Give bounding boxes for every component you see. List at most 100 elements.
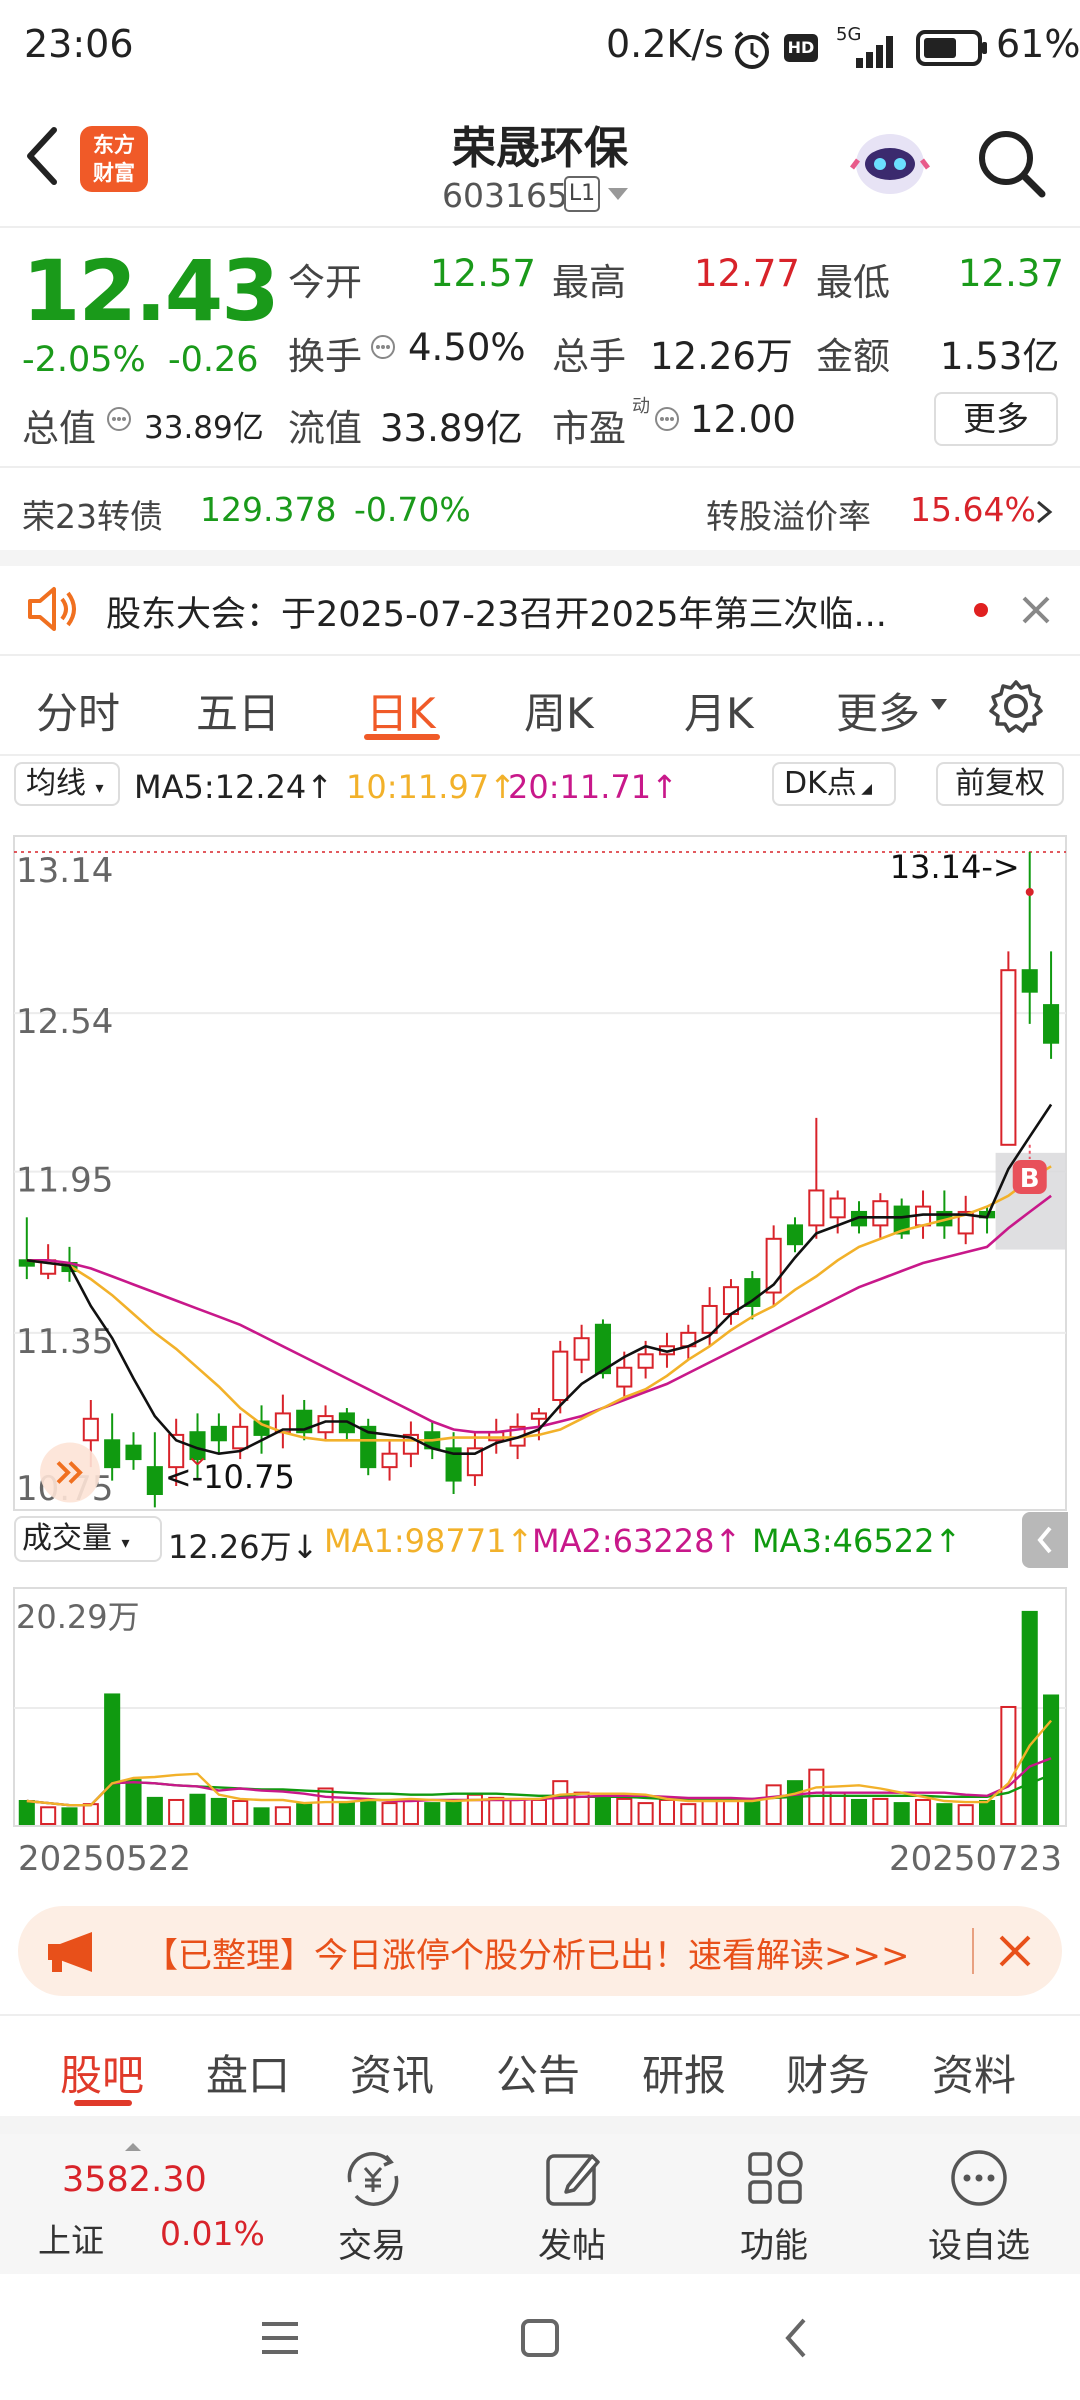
volume-bar [61, 1807, 78, 1826]
tab-daily-k[interactable]: 日K [366, 680, 436, 741]
y-tick-label: 13.14 [16, 851, 113, 891]
section-tab-profile[interactable]: 资料 [932, 2042, 1016, 2103]
tab-weekly-k[interactable]: 周K [524, 680, 594, 741]
dk-button[interactable]: DK点 ◢ [772, 762, 896, 806]
section-tab-news[interactable]: 资讯 [350, 2042, 434, 2103]
volume-bar [936, 1803, 953, 1825]
more-button[interactable]: 更多 [934, 392, 1058, 446]
volume-bar [104, 1693, 121, 1826]
section-tab-forum[interactable]: 股吧 [60, 2042, 144, 2103]
change-percent: -2.05% [22, 340, 146, 380]
promo-banner[interactable]: 【已整理】今日涨停个股分析已出！速看解读>>> [18, 1906, 1062, 1996]
volume-bar [360, 1798, 377, 1825]
info-icon[interactable] [654, 406, 680, 432]
kline-chart[interactable]: 13.1412.5411.9511.3510.7513.14-><-10.75B… [0, 814, 1080, 1884]
app-logo: 东方 财富 [80, 126, 148, 192]
candle-body [530, 1412, 547, 1420]
candle-body [552, 1350, 569, 1401]
level-dropdown-icon[interactable] [606, 186, 630, 202]
open-label: 今开 [288, 261, 362, 304]
candle-body [637, 1353, 654, 1369]
end-date-label: 20250723 [889, 1839, 1062, 1879]
quote-panel: 12.43 -2.05% -0.26 今开 12.57 最高 12.77 最低 … [0, 228, 1080, 458]
section-tab-financials[interactable]: 财务 [786, 2042, 870, 2103]
info-icon[interactable] [106, 406, 132, 432]
high-annotation: 13.14-> [890, 848, 1020, 886]
notice-banner[interactable]: 股东大会：于2025-07-23召开2025年第三次临... [0, 566, 1080, 652]
tab-minute[interactable]: 分时 [36, 680, 120, 741]
bond-row[interactable]: 荣23转债 129.378 -0.70% 转股溢价率 15.64% [0, 468, 1080, 548]
post-button[interactable]: 发帖 [522, 2148, 622, 2268]
low-annotation: <-10.75 [165, 1458, 295, 1496]
volume-bar [317, 1787, 334, 1825]
menu-icon[interactable] [258, 2318, 302, 2358]
grid-icon [748, 2151, 803, 2204]
unread-dot [974, 603, 988, 617]
candle-body [1000, 969, 1017, 1146]
pe-value: 12.00 [690, 398, 796, 441]
status-time: 23:06 [24, 22, 134, 66]
search-icon[interactable] [976, 128, 1048, 200]
volume-bar [637, 1802, 654, 1826]
promo-close-icon[interactable] [998, 1934, 1032, 1968]
tab-more[interactable]: 更多 [836, 680, 920, 741]
pe-label: 市盈 [552, 407, 626, 450]
premium-value: 15.64% [910, 490, 1036, 529]
candle-body [381, 1452, 398, 1469]
ma-select[interactable]: 均线 ▾ [14, 762, 120, 806]
robot-avatar-icon[interactable] [850, 124, 930, 200]
y-tick-label: 11.35 [16, 1322, 113, 1362]
ma5-line [26, 1103, 1053, 1456]
collapse-panel-button[interactable] [1022, 1512, 1068, 1568]
adjust-button[interactable]: 前复权 [936, 762, 1064, 806]
up-caret-icon [125, 2143, 141, 2151]
candle-body [786, 1224, 804, 1246]
add-watchlist-button[interactable]: 设自选 [916, 2148, 1042, 2268]
volume-bar [488, 1796, 505, 1826]
candle-body [104, 1439, 121, 1469]
home-icon[interactable] [518, 2316, 562, 2360]
volume-bar [701, 1798, 718, 1825]
volume-bar [594, 1796, 611, 1826]
low-label: 最低 [816, 261, 890, 304]
volume-bar [893, 1802, 910, 1826]
functions-button[interactable]: 功能 [724, 2148, 824, 2268]
high-value: 12.77 [694, 252, 800, 295]
dropdown-icon [931, 699, 947, 710]
chevron-right-icon [1037, 500, 1053, 524]
volume-select[interactable]: 成交量 ▾ [14, 1516, 162, 1562]
candle-body [808, 1189, 825, 1227]
volume-bar [765, 1784, 782, 1826]
volume-bar [722, 1797, 740, 1825]
index-percent: 0.01% [160, 2214, 265, 2253]
system-back-icon[interactable] [780, 2314, 812, 2362]
tab-monthly-k[interactable]: 月K [684, 680, 754, 741]
more-icon [951, 2150, 1007, 2206]
section-tab-announcements[interactable]: 公告 [496, 2042, 580, 2103]
back-icon[interactable] [20, 124, 64, 188]
vol-ma1: MA1:98771↑ [324, 1522, 534, 1560]
trade-button[interactable]: 交易 [322, 2148, 422, 2268]
close-icon[interactable] [1020, 594, 1052, 626]
tab-five-day[interactable]: 五日 [196, 680, 280, 741]
candle-body [232, 1425, 249, 1450]
settings-gear-icon[interactable] [988, 678, 1044, 734]
notice-text: 股东大会：于2025-07-23召开2025年第三次临... [106, 595, 887, 635]
start-date-label: 20250522 [18, 1839, 191, 1879]
section-tab-research[interactable]: 研报 [642, 2042, 726, 2103]
volume-bar [957, 1804, 974, 1825]
section-tab-orderbook[interactable]: 盘口 [206, 2042, 290, 2103]
vol-ma3: MA3:46522↑ [752, 1522, 962, 1560]
index-value[interactable]: 3582.30 [62, 2160, 207, 2200]
low-value: 12.37 [958, 252, 1064, 295]
volume-bar [424, 1802, 441, 1826]
volume-bar [1000, 1705, 1017, 1825]
section-tabs: 股吧 盘口 资讯 公告 研报 财务 资料 [0, 2016, 1080, 2116]
info-icon[interactable] [370, 334, 396, 360]
volume-bar [125, 1779, 142, 1826]
candle-body [573, 1337, 590, 1361]
volume-bar [274, 1806, 291, 1826]
level-badge[interactable]: L1 [564, 176, 600, 212]
amount-value: 1.53亿 [940, 335, 1060, 378]
candle-body [82, 1417, 99, 1442]
